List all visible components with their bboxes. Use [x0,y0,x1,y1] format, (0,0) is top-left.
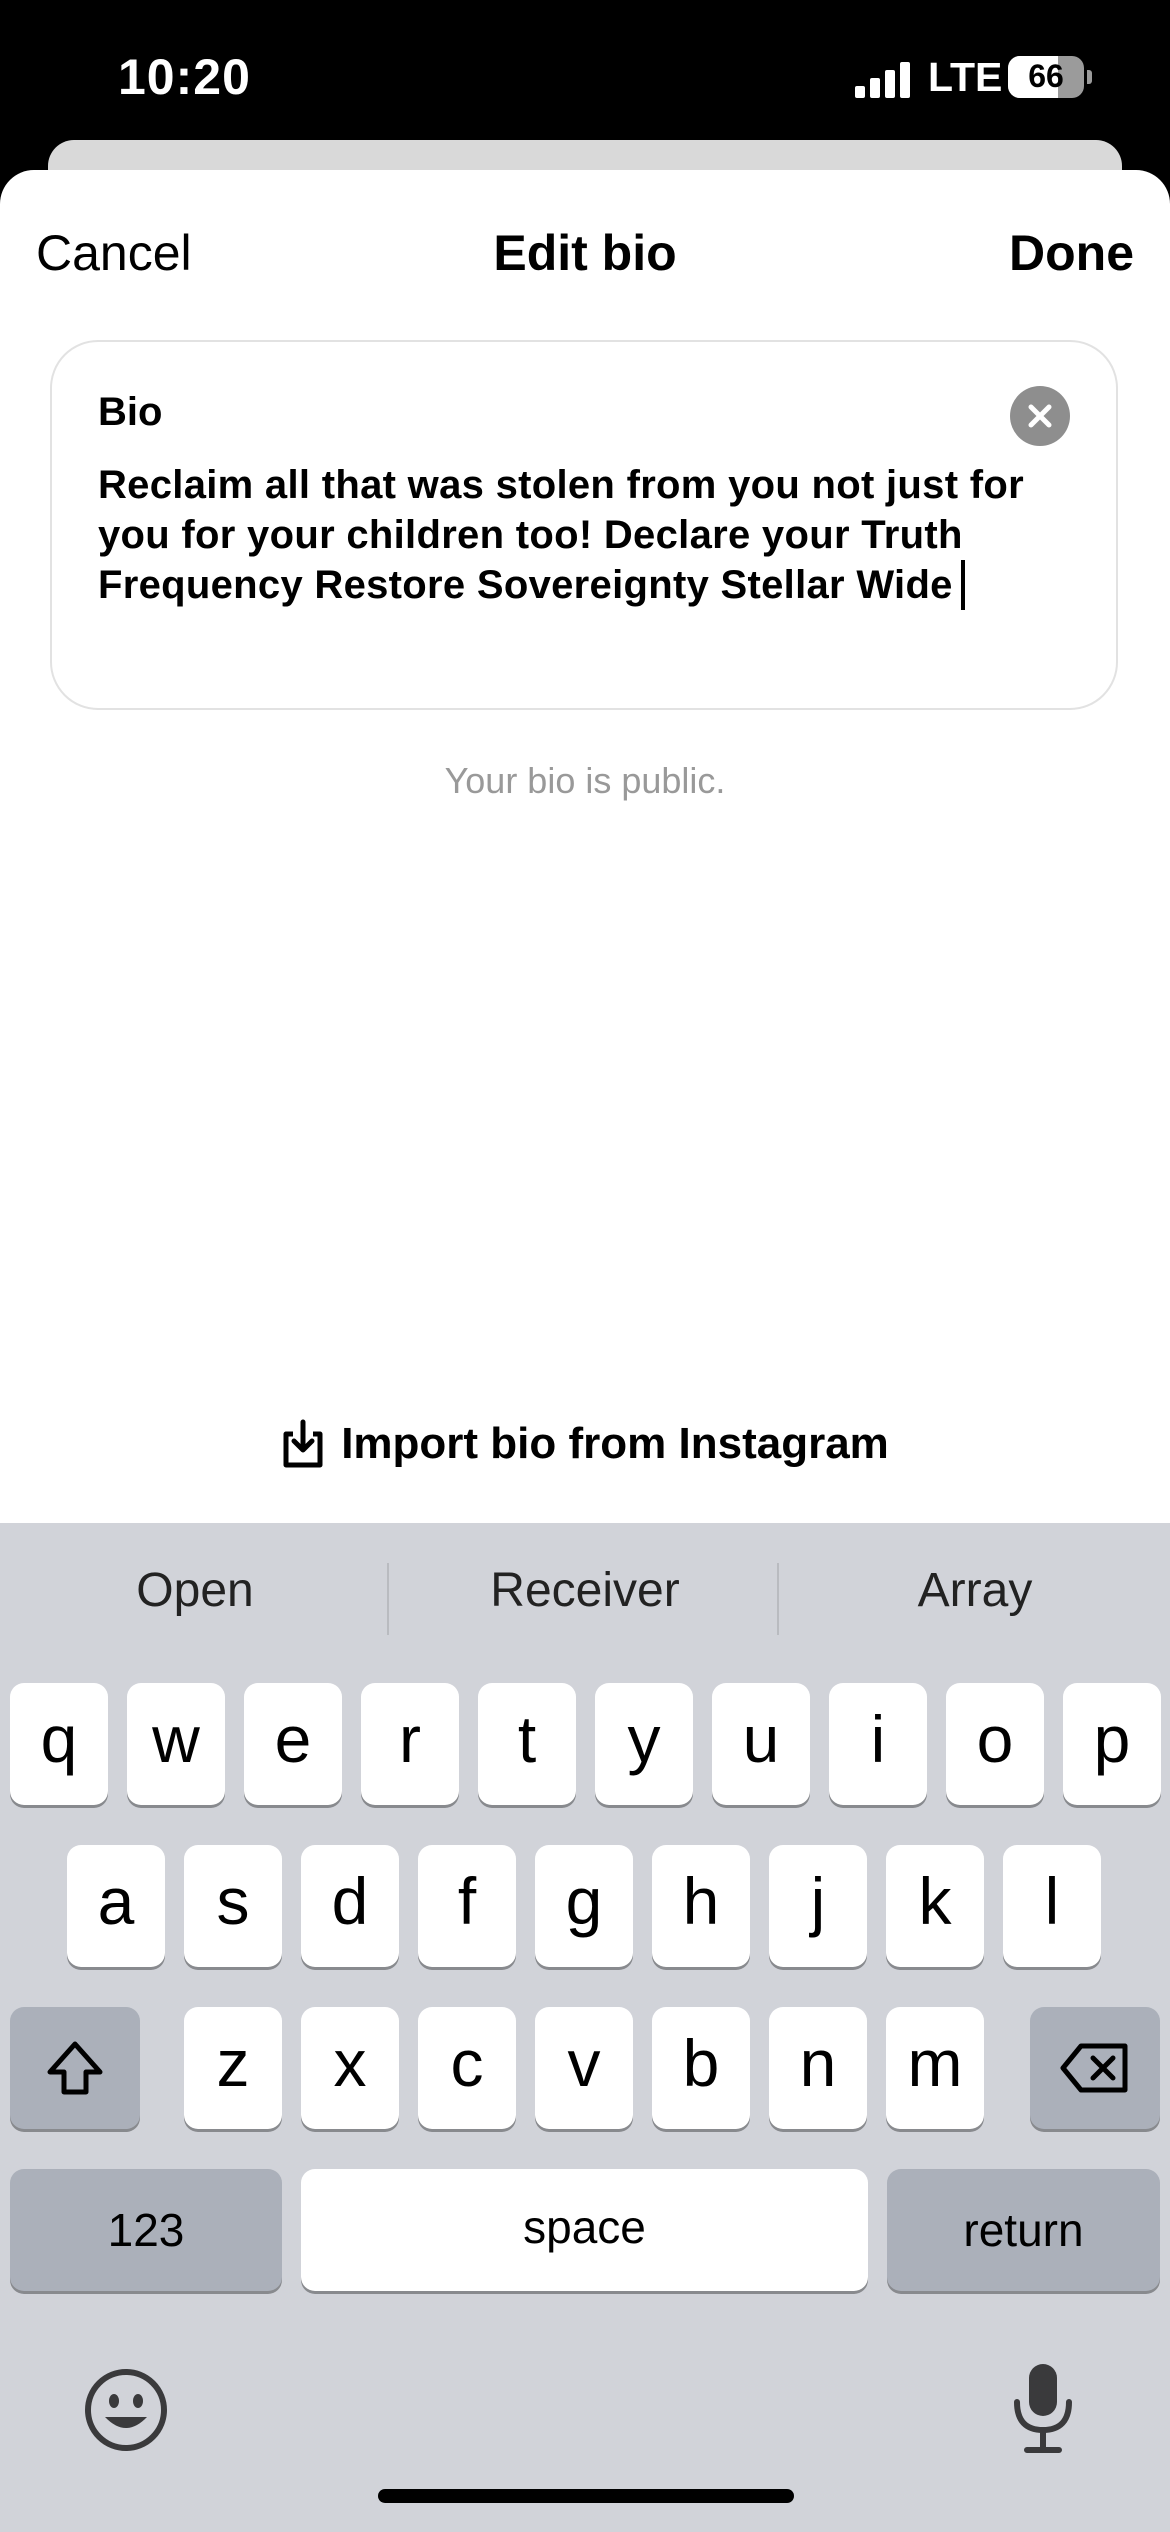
home-indicator [378,2489,794,2503]
suggestion-2[interactable]: Receiver [420,1563,750,1618]
key-d[interactable]: d [301,1845,399,1967]
delete-key[interactable] [1030,2007,1160,2129]
emoji-icon[interactable] [81,2365,171,2455]
network-label: LTE [928,54,1003,100]
delete-icon [1060,2043,1128,2093]
bio-input-card[interactable]: Bio Reclaim all that was stolen from you… [50,340,1118,710]
numbers-key[interactable]: 123 [10,2169,282,2291]
key-i[interactable]: i [829,1683,927,1805]
key-f[interactable]: f [418,1845,516,1967]
cancel-button[interactable]: Cancel [36,224,192,282]
shift-icon [47,2041,103,2095]
shift-key[interactable] [10,2007,140,2129]
bio-text-line: you for your children too! Declare your … [98,513,963,557]
suggestion-divider [777,1563,779,1635]
key-l[interactable]: l [1003,1845,1101,1967]
close-icon [1028,404,1052,428]
key-n[interactable]: n [769,2007,867,2129]
bio-label: Bio [98,390,163,434]
key-a[interactable]: a [67,1845,165,1967]
key-p[interactable]: p [1063,1683,1161,1805]
key-o[interactable]: o [946,1683,1044,1805]
bio-text-line: Frequency Restore Sovereignty Stellar Wi… [98,563,953,607]
keyboard: Open Receiver Array qwertyuiop asdfghjkl… [0,1523,1170,2532]
key-x[interactable]: x [301,2007,399,2129]
return-key[interactable]: return [887,2169,1160,2291]
key-r[interactable]: r [361,1683,459,1805]
key-h[interactable]: h [652,1845,750,1967]
battery-icon: 66 [1008,56,1084,98]
suggestion-1[interactable]: Open [30,1563,360,1618]
import-bio-button[interactable]: Import bio from Instagram [0,1418,1170,1470]
page-title: Edit bio [493,225,677,281]
bio-textarea[interactable]: Reclaim all that was stolen from you not… [98,460,1078,610]
key-k[interactable]: k [886,1845,984,1967]
key-y[interactable]: y [595,1683,693,1805]
key-z[interactable]: z [184,2007,282,2129]
clear-button[interactable] [1010,386,1070,446]
import-icon [283,1419,323,1468]
battery-nub [1087,70,1092,84]
key-v[interactable]: v [535,2007,633,2129]
status-time: 10:20 [118,49,251,105]
key-q[interactable]: q [10,1683,108,1805]
key-s[interactable]: s [184,1845,282,1967]
key-g[interactable]: g [535,1845,633,1967]
done-button[interactable]: Done [1009,224,1134,282]
suggestion-3[interactable]: Array [810,1563,1140,1618]
bio-text-line: Reclaim all that was stolen from you not… [98,463,1024,507]
key-m[interactable]: m [886,2007,984,2129]
suggestion-divider [387,1563,389,1635]
key-j[interactable]: j [769,1845,867,1967]
microphone-icon[interactable] [1003,2358,1083,2458]
key-e[interactable]: e [244,1683,342,1805]
public-note: Your bio is public. [444,760,726,801]
key-c[interactable]: c [418,2007,516,2129]
key-t[interactable]: t [478,1683,576,1805]
text-caret [960,560,965,610]
import-bio-label: Import bio from Instagram [341,1419,889,1468]
key-b[interactable]: b [652,2007,750,2129]
space-key[interactable]: space [301,2169,868,2291]
signal-icon [855,62,910,98]
battery-level: 66 [1028,58,1064,94]
key-w[interactable]: w [127,1683,225,1805]
key-u[interactable]: u [712,1683,810,1805]
